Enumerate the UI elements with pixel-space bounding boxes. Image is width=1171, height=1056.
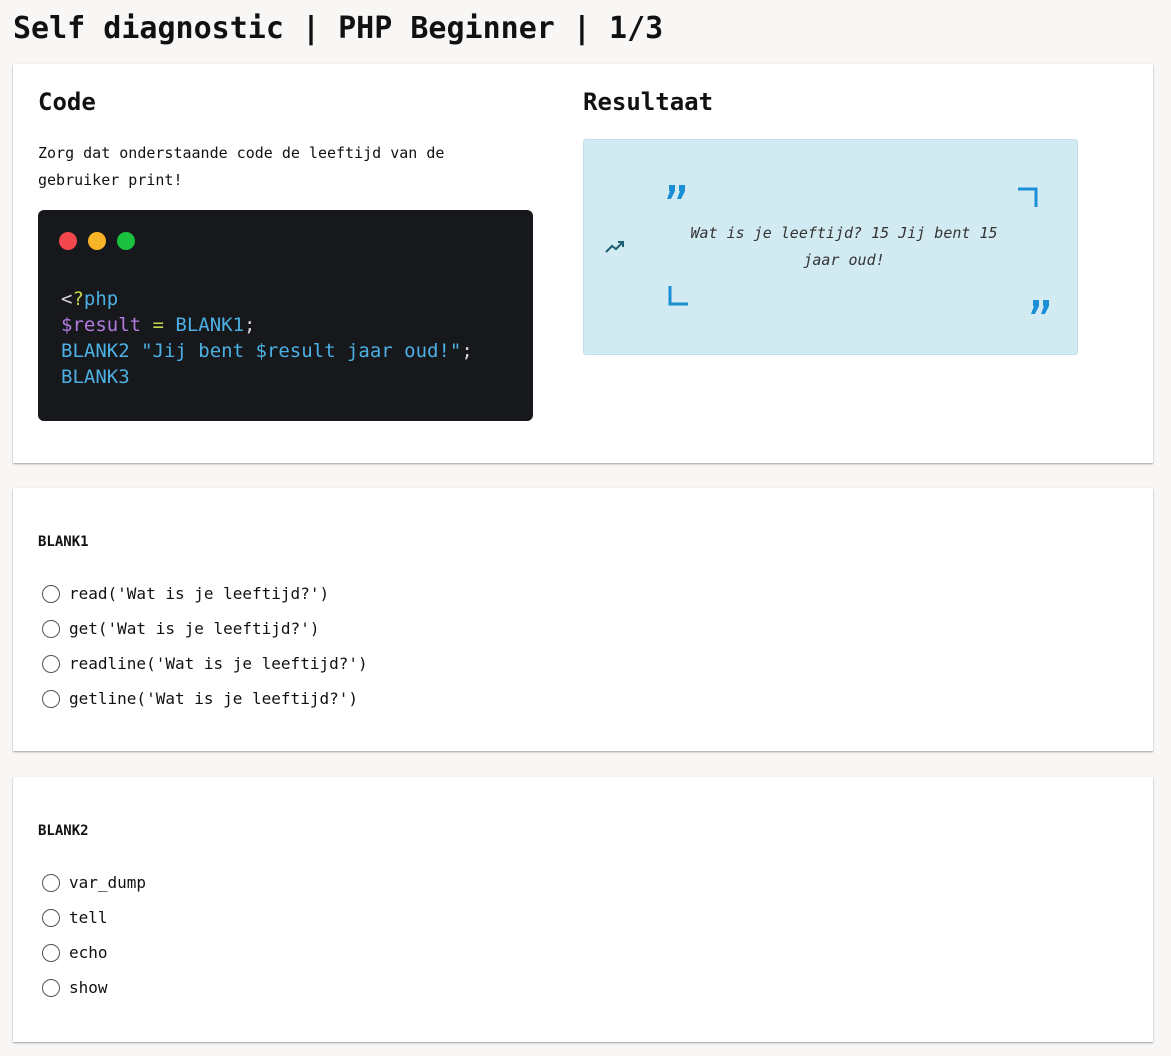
- corner-top-right-icon: [1018, 187, 1038, 207]
- radio-button[interactable]: [42, 584, 60, 603]
- option-label: getline('Wat is je leeftijd?'): [69, 688, 358, 708]
- radio-option[interactable]: get('Wat is je leeftijd?'): [42, 611, 368, 646]
- radio-button[interactable]: [42, 689, 60, 708]
- radio-option[interactable]: getline('Wat is je leeftijd?'): [42, 681, 368, 716]
- option-label: tell: [69, 907, 108, 927]
- option-label: readline('Wat is je leeftijd?'): [69, 653, 368, 673]
- code-line-1: <?php: [61, 288, 119, 310]
- radio-button[interactable]: [42, 908, 60, 927]
- window-maximize-dot: [117, 232, 135, 250]
- quote-open-icon: [667, 185, 685, 199]
- trending-up-icon: [605, 241, 624, 253]
- option-label: read('Wat is je leeftijd?'): [69, 583, 330, 603]
- radio-button[interactable]: [42, 654, 60, 673]
- code-editor: <?php $result = BLANK1; BLANK2 "Jij bent…: [38, 210, 533, 421]
- code-line-2: $result = BLANK1;: [61, 314, 256, 336]
- code-heading: Code: [38, 88, 96, 116]
- radio-option[interactable]: read('Wat is je leeftijd?'): [42, 576, 368, 611]
- option-label: show: [69, 977, 108, 997]
- question-label: BLANK1: [38, 534, 89, 550]
- radio-option[interactable]: readline('Wat is je leeftijd?'): [42, 646, 368, 681]
- result-heading: Resultaat: [583, 88, 714, 116]
- question-card-blank2: BLANK2 var_dump tell echo show: [13, 777, 1153, 1042]
- page-title: Self diagnostic | PHP Beginner | 1/3: [13, 11, 664, 46]
- option-list: var_dump tell echo show: [42, 865, 146, 1005]
- corner-bottom-left-icon: [668, 286, 688, 306]
- option-list: read('Wat is je leeftijd?') get('Wat is …: [42, 576, 368, 716]
- question-label: BLANK2: [38, 823, 89, 839]
- code-line-3: BLANK2 "Jij bent $result jaar oud!";: [61, 340, 473, 362]
- radio-button[interactable]: [42, 978, 60, 997]
- result-output-text: Wat is je leeftijd? 15 Jij bent 15 jaar …: [690, 224, 998, 269]
- window-minimize-dot: [88, 232, 106, 250]
- window-close-dot: [59, 232, 77, 250]
- radio-option[interactable]: show: [42, 970, 146, 1005]
- code-block: <?php $result = BLANK1; BLANK2 "Jij bent…: [61, 286, 473, 390]
- radio-button[interactable]: [42, 943, 60, 962]
- quote-close-icon: [1031, 300, 1049, 314]
- instruction-text: Zorg dat onderstaande code de leeftijd v…: [38, 144, 445, 189]
- code-line-4: BLANK3: [61, 366, 130, 388]
- radio-option[interactable]: var_dump: [42, 865, 146, 900]
- option-label: get('Wat is je leeftijd?'): [69, 618, 320, 638]
- exercise-card: Code Zorg dat onderstaande code de leeft…: [13, 64, 1153, 463]
- question-card-blank1: BLANK1 read('Wat is je leeftijd?') get('…: [13, 488, 1153, 751]
- radio-option[interactable]: tell: [42, 900, 146, 935]
- blank3-placeholder: BLANK3: [61, 366, 130, 388]
- option-label: var_dump: [69, 872, 147, 892]
- blank1-placeholder: BLANK1: [175, 314, 245, 336]
- blank2-placeholder: BLANK2: [61, 340, 130, 362]
- result-output-box: Wat is je leeftijd? 15 Jij bent 15 jaar …: [583, 139, 1078, 355]
- radio-button[interactable]: [42, 619, 60, 638]
- radio-option[interactable]: echo: [42, 935, 146, 970]
- option-label: echo: [69, 942, 108, 962]
- radio-button[interactable]: [42, 873, 60, 892]
